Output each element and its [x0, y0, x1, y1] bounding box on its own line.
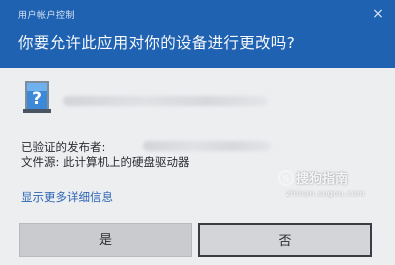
- watermark: S 搜狗指南 zhinan.sogou.com: [278, 168, 383, 204]
- close-button[interactable]: ×: [369, 5, 387, 23]
- yes-button[interactable]: 是: [19, 223, 192, 257]
- question-mark-app-icon: ?: [22, 80, 52, 114]
- svg-text:?: ?: [32, 89, 42, 109]
- uac-header: 用户帐户控制 × 你要允许此应用对你的设备进行更改吗?: [0, 0, 395, 68]
- dialog-question: 你要允许此应用对你的设备进行更改吗?: [18, 34, 296, 52]
- app-name-redacted: [63, 96, 268, 106]
- svg-text:S: S: [282, 174, 289, 185]
- uac-body: ? 已验证的发布者: 文件源: 此计算机上的硬盘驱动器 显示更多详细信息 是 否: [0, 68, 395, 265]
- publisher-label: 已验证的发布者:: [21, 140, 106, 154]
- file-origin-label: 文件源: 此计算机上的硬盘驱动器: [21, 155, 190, 169]
- watermark-url: zhinan.sogou.com: [286, 189, 366, 198]
- sogou-logo-icon: S: [278, 170, 294, 186]
- publisher-name-redacted: [143, 141, 271, 151]
- dialog-caption: 用户帐户控制: [18, 11, 76, 21]
- no-button[interactable]: 否: [198, 223, 372, 257]
- watermark-title: 搜狗指南: [296, 172, 349, 187]
- show-more-details-link[interactable]: 显示更多详细信息: [21, 189, 113, 205]
